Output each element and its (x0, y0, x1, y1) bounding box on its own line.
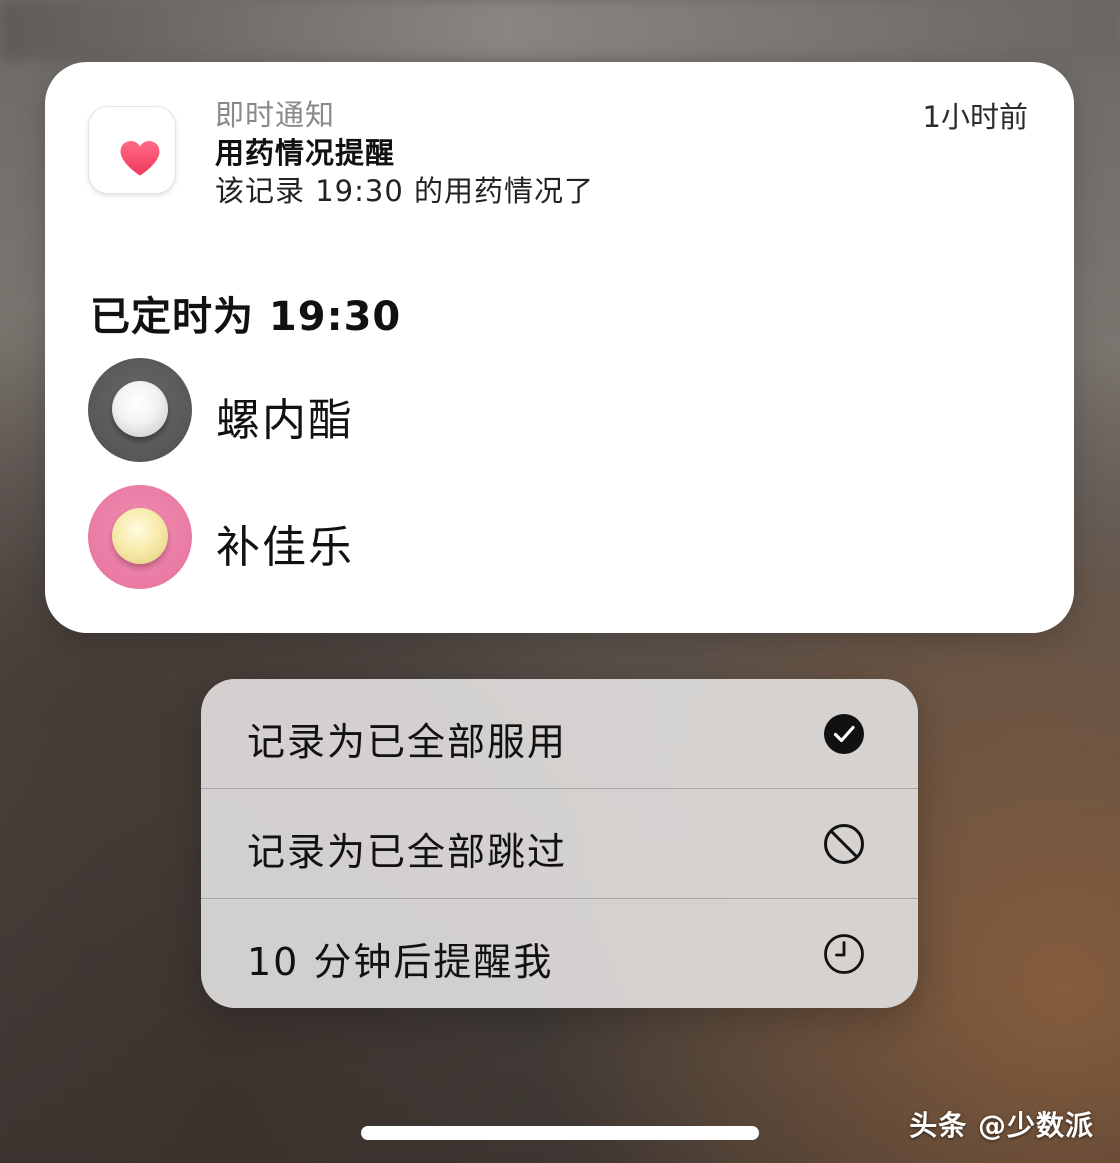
notification-category: 即时通知 (215, 98, 336, 132)
notification-card[interactable]: 即时通知 用药情况提醒 该记录 19:30 的用药情况了 1小时前 已定时为 1… (45, 62, 1074, 633)
notification-body: 该记录 19:30 的用药情况了 (215, 174, 595, 208)
mark-all-skipped-button[interactable]: 记录为已全部跳过 (201, 789, 918, 898)
yellow-pill-icon (112, 508, 168, 564)
white-pill-icon (112, 381, 168, 437)
medication-badge (88, 485, 192, 589)
heart-icon (120, 141, 160, 176)
prohibited-icon (824, 824, 864, 864)
menu-item-label: 记录为已全部服用 (247, 720, 568, 764)
notification-timestamp: 1小时前 (922, 100, 1028, 134)
clock-icon (824, 934, 864, 974)
blurred-background (0, 0, 1120, 60)
menu-item-label: 记录为已全部跳过 (247, 830, 568, 874)
medication-name: 螺内酯 (216, 395, 354, 446)
medication-name: 补佳乐 (216, 522, 354, 573)
watermark: 头条 @少数派 (909, 1109, 1094, 1142)
notification-title: 用药情况提醒 (215, 136, 396, 170)
health-app-icon (88, 106, 176, 194)
menu-item-label: 10 分钟后提醒我 (247, 940, 554, 984)
medication-item: 螺内酯 (88, 358, 688, 464)
medication-item: 补佳乐 (88, 485, 688, 591)
scheduled-time-heading: 已定时为 19:30 (90, 294, 402, 340)
checkmark-circle-icon (824, 714, 864, 754)
mark-all-taken-button[interactable]: 记录为已全部服用 (201, 679, 918, 788)
home-indicator[interactable] (361, 1126, 759, 1140)
medication-badge (88, 358, 192, 462)
notification-actions-menu: 记录为已全部服用 记录为已全部跳过 10 分钟后提醒我 (201, 679, 918, 1008)
remind-later-button[interactable]: 10 分钟后提醒我 (201, 899, 918, 1008)
